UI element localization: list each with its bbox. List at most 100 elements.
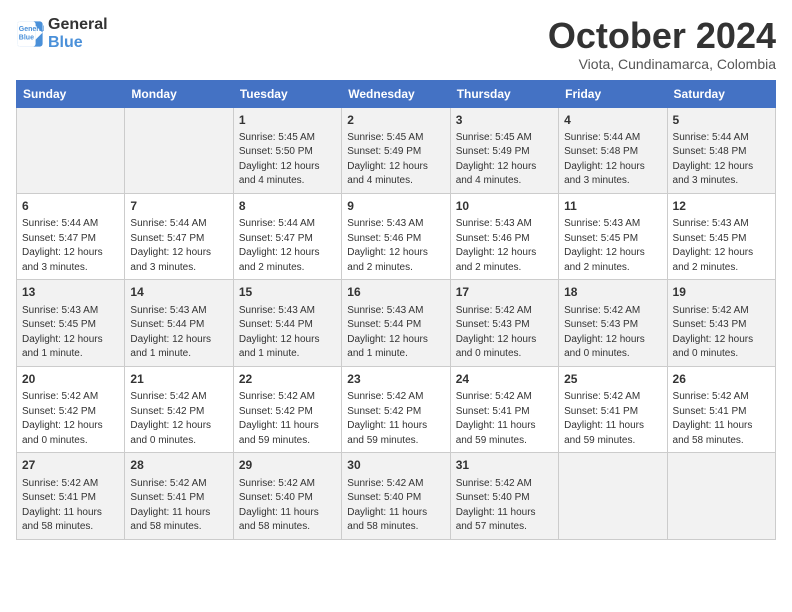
day-info-line: Daylight: 11 hours: [239, 419, 336, 434]
day-info-line: Sunrise: 5:44 AM: [673, 131, 770, 146]
day-info-line: Daylight: 12 hours: [22, 419, 119, 434]
day-info-line: Daylight: 11 hours: [22, 506, 119, 521]
day-info-line: and 1 minute.: [130, 347, 227, 362]
day-info-line: Daylight: 11 hours: [347, 506, 444, 521]
day-info-line: Daylight: 11 hours: [456, 419, 553, 434]
day-cell: [559, 453, 667, 539]
page-header: General Blue General Blue October 2024 V…: [16, 16, 776, 72]
day-info-line: Daylight: 12 hours: [130, 246, 227, 261]
day-info-line: Sunrise: 5:42 AM: [239, 477, 336, 492]
day-info-line: and 59 minutes.: [239, 434, 336, 449]
day-number: 28: [130, 457, 227, 474]
day-info-line: Daylight: 12 hours: [673, 246, 770, 261]
day-info-line: and 4 minutes.: [347, 174, 444, 189]
day-info-line: Sunrise: 5:45 AM: [239, 131, 336, 146]
day-number: 20: [22, 371, 119, 388]
day-cell: 28Sunrise: 5:42 AMSunset: 5:41 PMDayligh…: [125, 453, 233, 539]
day-info-line: Sunset: 5:48 PM: [564, 145, 661, 160]
day-info-line: Daylight: 12 hours: [564, 246, 661, 261]
day-info-line: Sunrise: 5:43 AM: [347, 304, 444, 319]
week-row-3: 13Sunrise: 5:43 AMSunset: 5:45 PMDayligh…: [17, 280, 776, 366]
day-cell: 1Sunrise: 5:45 AMSunset: 5:50 PMDaylight…: [233, 107, 341, 193]
day-info-line: Daylight: 12 hours: [673, 333, 770, 348]
day-info-line: and 3 minutes.: [130, 261, 227, 276]
day-cell: 30Sunrise: 5:42 AMSunset: 5:40 PMDayligh…: [342, 453, 450, 539]
day-info-line: Sunset: 5:47 PM: [22, 232, 119, 247]
day-info-line: Sunset: 5:40 PM: [239, 491, 336, 506]
day-info-line: Daylight: 11 hours: [673, 419, 770, 434]
day-cell: 19Sunrise: 5:42 AMSunset: 5:43 PMDayligh…: [667, 280, 775, 366]
day-cell: 3Sunrise: 5:45 AMSunset: 5:49 PMDaylight…: [450, 107, 558, 193]
logo-text-line1: General: [48, 16, 108, 34]
day-info-line: and 58 minutes.: [130, 520, 227, 535]
day-info-line: Daylight: 11 hours: [564, 419, 661, 434]
day-number: 31: [456, 457, 553, 474]
day-info-line: Sunrise: 5:43 AM: [239, 304, 336, 319]
day-info-line: Sunset: 5:46 PM: [347, 232, 444, 247]
day-info-line: and 59 minutes.: [564, 434, 661, 449]
day-cell: 5 Sunrise: 5:44 AMSunset: 5:48 PMDaylight…: [667, 107, 775, 193]
day-info-line: and 58 minutes.: [347, 520, 444, 535]
day-info-line: Sunrise: 5:43 AM: [673, 217, 770, 232]
logo-icon: General Blue: [16, 20, 44, 48]
day-info-line: and 0 minutes.: [130, 434, 227, 449]
day-info-line: Sunrise: 5:42 AM: [22, 477, 119, 492]
day-info-line: Sunset: 5:48 PM: [673, 145, 770, 160]
day-info-line: Sunrise: 5:42 AM: [673, 390, 770, 405]
day-number: 5: [673, 112, 770, 129]
day-cell: [125, 107, 233, 193]
day-info-line: Daylight: 11 hours: [347, 419, 444, 434]
day-info-line: Sunset: 5:41 PM: [22, 491, 119, 506]
day-cell: 11Sunrise: 5:43 AMSunset: 5:45 PMDayligh…: [559, 193, 667, 279]
day-info-line: Daylight: 12 hours: [673, 160, 770, 175]
day-cell: 31Sunrise: 5:42 AMSunset: 5:40 PMDayligh…: [450, 453, 558, 539]
day-info-line: and 2 minutes.: [456, 261, 553, 276]
day-info-line: and 1 minute.: [239, 347, 336, 362]
day-number: 29: [239, 457, 336, 474]
day-cell: 22Sunrise: 5:42 AMSunset: 5:42 PMDayligh…: [233, 366, 341, 452]
day-number: 12: [673, 198, 770, 215]
day-number: 19: [673, 284, 770, 301]
day-cell: 6Sunrise: 5:44 AMSunset: 5:47 PMDaylight…: [17, 193, 125, 279]
day-info-line: and 58 minutes.: [22, 520, 119, 535]
day-number: 18: [564, 284, 661, 301]
day-info-line: Daylight: 12 hours: [239, 333, 336, 348]
day-info-line: Daylight: 12 hours: [239, 160, 336, 175]
day-info-line: Sunset: 5:40 PM: [456, 491, 553, 506]
day-info-line: Sunset: 5:43 PM: [564, 318, 661, 333]
day-info-line: Daylight: 12 hours: [347, 160, 444, 175]
col-header-sunday: Sunday: [17, 80, 125, 107]
day-info-line: Sunrise: 5:45 AM: [456, 131, 553, 146]
day-info-line: Daylight: 11 hours: [239, 506, 336, 521]
day-info-line: and 2 minutes.: [564, 261, 661, 276]
day-info-line: Sunrise: 5:43 AM: [564, 217, 661, 232]
day-number: 4: [564, 112, 661, 129]
day-info-line: Daylight: 11 hours: [130, 506, 227, 521]
day-info-line: and 0 minutes.: [673, 347, 770, 362]
location-subtitle: Viota, Cundinamarca, Colombia: [548, 56, 776, 72]
day-info-line: Daylight: 12 hours: [130, 333, 227, 348]
day-cell: 15Sunrise: 5:43 AMSunset: 5:44 PMDayligh…: [233, 280, 341, 366]
day-info-line: Daylight: 12 hours: [347, 333, 444, 348]
day-cell: 4Sunrise: 5:44 AMSunset: 5:48 PMDaylight…: [559, 107, 667, 193]
day-cell: 21Sunrise: 5:42 AMSunset: 5:42 PMDayligh…: [125, 366, 233, 452]
day-number: 14: [130, 284, 227, 301]
day-info-line: Sunset: 5:46 PM: [456, 232, 553, 247]
day-info-line: Sunset: 5:42 PM: [22, 405, 119, 420]
day-info-line: and 1 minute.: [347, 347, 444, 362]
day-number: 10: [456, 198, 553, 215]
day-info-line: Daylight: 12 hours: [22, 333, 119, 348]
day-cell: [17, 107, 125, 193]
day-cell: 17Sunrise: 5:42 AMSunset: 5:43 PMDayligh…: [450, 280, 558, 366]
day-info-line: Sunset: 5:41 PM: [456, 405, 553, 420]
day-info-line: and 3 minutes.: [564, 174, 661, 189]
day-cell: 29 Sunrise: 5:42 AMSunset: 5:40 PMDayligh…: [233, 453, 341, 539]
day-info-line: and 3 minutes.: [22, 261, 119, 276]
day-info-line: Sunset: 5:45 PM: [564, 232, 661, 247]
day-info-line: Sunset: 5:44 PM: [130, 318, 227, 333]
day-cell: 7Sunrise: 5:44 AMSunset: 5:47 PMDaylight…: [125, 193, 233, 279]
col-header-friday: Friday: [559, 80, 667, 107]
day-info-line: Daylight: 12 hours: [564, 333, 661, 348]
week-row-1: 1Sunrise: 5:45 AMSunset: 5:50 PMDaylight…: [17, 107, 776, 193]
day-info-line: Sunrise: 5:42 AM: [347, 477, 444, 492]
